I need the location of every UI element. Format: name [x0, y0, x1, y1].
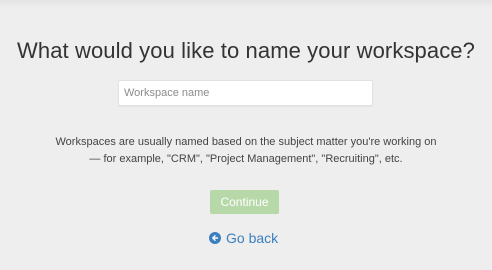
help-text: Workspaces are usually named based on th… [20, 134, 472, 168]
page-title: What would you like to name your workspa… [17, 38, 475, 63]
arrow-left-circle-icon [209, 232, 221, 244]
workspace-name-input[interactable] [118, 80, 373, 106]
help-text-line-2: — for example, "CRM", "Project Managemen… [89, 153, 403, 165]
go-back-label: Go back [226, 230, 279, 246]
go-back-link[interactable]: Go back [209, 229, 278, 247]
top-shadow-bar [0, 0, 492, 8]
help-text-line-1: Workspaces are usually named based on th… [55, 136, 437, 148]
continue-button[interactable]: Continue [210, 190, 279, 214]
